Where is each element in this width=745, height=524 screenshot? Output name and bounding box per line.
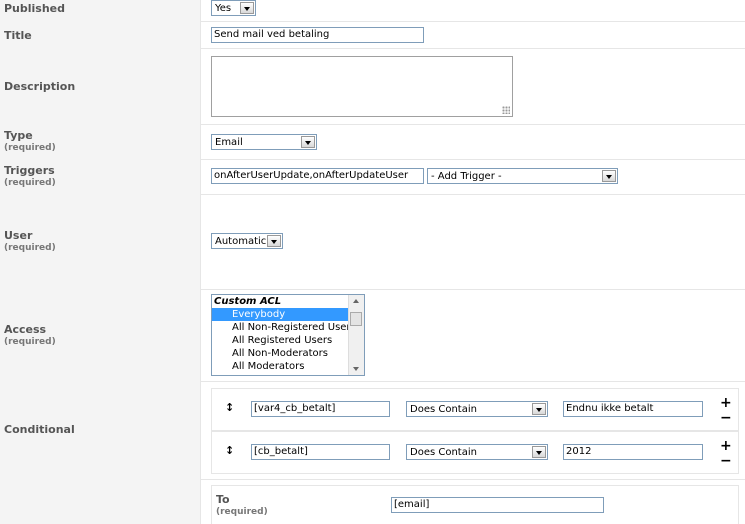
resize-grip-icon[interactable]	[502, 106, 510, 114]
row-type: Type (required) Email	[0, 124, 745, 160]
user-select[interactable]: Automatic	[211, 233, 283, 249]
remove-condition-icon[interactable]: −	[720, 454, 732, 468]
condition-field-input[interactable]: [var4_cb_betalt]	[251, 401, 390, 417]
published-select[interactable]: Yes	[211, 0, 256, 16]
access-label: Access (required)	[4, 323, 56, 347]
access-option[interactable]: All Registered Users	[212, 334, 364, 347]
chevron-down-icon	[301, 136, 315, 148]
chevron-down-icon	[240, 2, 254, 14]
access-scrollbar[interactable]	[348, 295, 364, 375]
to-input[interactable]: [email]	[391, 497, 604, 513]
chevron-down-icon	[267, 235, 281, 247]
description-textarea[interactable]	[211, 56, 513, 117]
row-description: Description	[0, 48, 745, 125]
type-label: Type (required)	[4, 129, 56, 153]
condition-operator-select[interactable]: Does Contain	[406, 401, 548, 417]
chevron-down-icon	[532, 446, 546, 458]
access-option[interactable]: All Moderators	[212, 360, 364, 373]
access-listbox[interactable]: Custom ACL Everybody All Non-Registered …	[211, 294, 365, 376]
title-input[interactable]: Send mail ved betaling	[211, 27, 424, 43]
access-option[interactable]: Everybody	[212, 308, 364, 321]
drag-handle-icon[interactable]: ↕	[225, 401, 234, 414]
drag-handle-icon[interactable]: ↕	[225, 444, 234, 457]
row-triggers: Triggers (required) onAfterUserUpdate,on…	[0, 159, 745, 195]
published-label: Published	[4, 2, 66, 15]
add-trigger-select[interactable]: - Add Trigger -	[427, 168, 618, 184]
description-label: Description	[4, 80, 76, 93]
condition-field-input[interactable]: [cb_betalt]	[251, 444, 390, 460]
row-published: Published Yes	[0, 0, 745, 22]
condition-value-input[interactable]: Endnu ikke betalt	[563, 401, 703, 417]
access-option[interactable]: All Non-Moderators	[212, 347, 364, 360]
user-label: User (required)	[4, 229, 56, 253]
add-condition-icon[interactable]: +	[720, 396, 732, 410]
condition-operator-select[interactable]: Does Contain	[406, 444, 548, 460]
type-select[interactable]: Email	[211, 134, 317, 150]
access-group-label: Custom ACL	[214, 296, 282, 307]
row-user: User (required) Automatic	[0, 194, 745, 290]
scroll-down-icon[interactable]	[353, 367, 359, 371]
row-to: To (required) [email]	[0, 479, 745, 524]
scroll-up-icon[interactable]	[353, 299, 359, 303]
add-condition-icon[interactable]: +	[720, 439, 732, 453]
triggers-label: Triggers (required)	[4, 164, 56, 188]
access-option[interactable]: All Non-Registered Users	[212, 321, 364, 334]
conditional-label: Conditional	[4, 423, 75, 436]
chevron-down-icon	[602, 170, 616, 182]
title-label: Title	[4, 29, 32, 42]
condition-value-input[interactable]: 2012	[563, 444, 703, 460]
row-access: Access (required) Custom ACL Everybody A…	[0, 289, 745, 382]
remove-condition-icon[interactable]: −	[720, 411, 732, 425]
scroll-thumb[interactable]	[350, 312, 362, 326]
triggers-input[interactable]: onAfterUserUpdate,onAfterUpdateUser	[211, 168, 424, 184]
chevron-down-icon	[532, 403, 546, 415]
row-title: Title Send mail ved betaling	[0, 21, 745, 49]
to-label: To (required)	[216, 493, 268, 517]
row-conditional: Conditional ↕ [var4_cb_betalt] Does Cont…	[0, 381, 745, 480]
